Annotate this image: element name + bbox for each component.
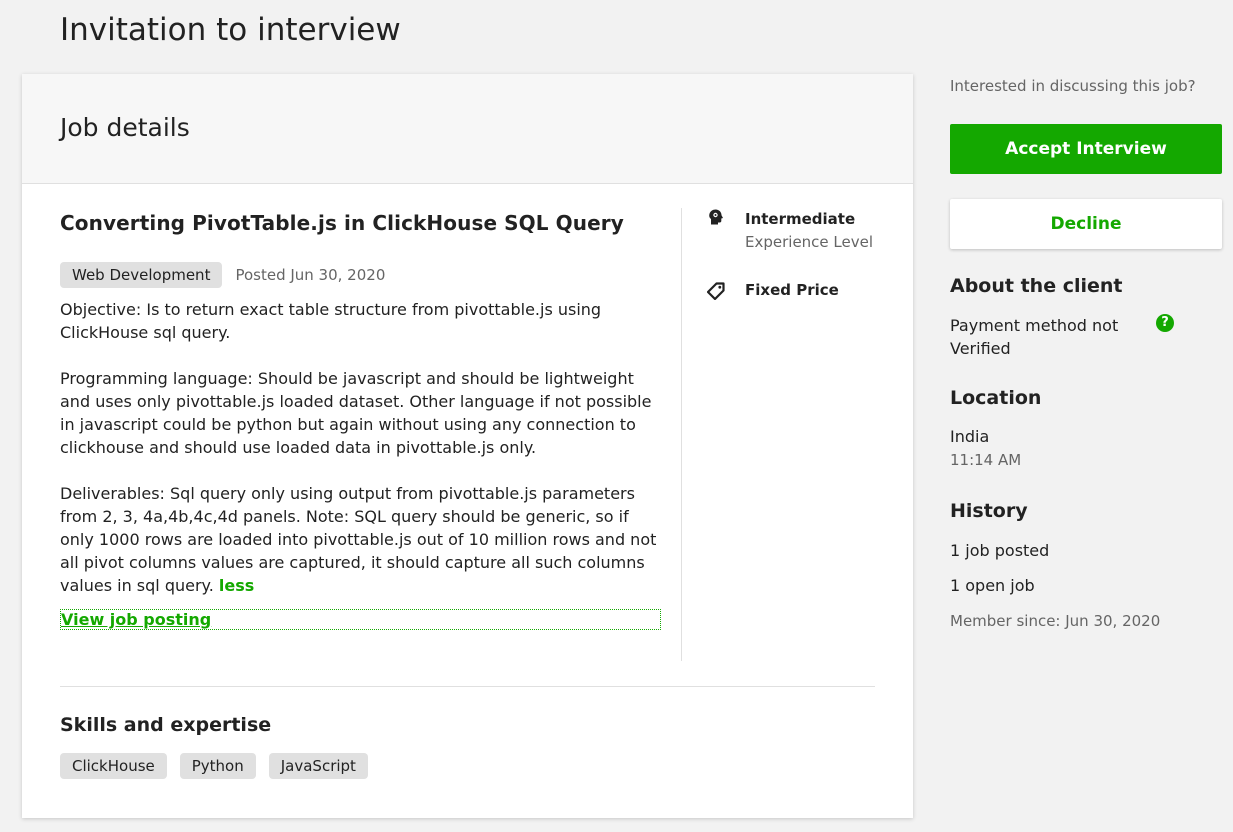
description-paragraph: Deliverables: Sql query only using outpu… bbox=[60, 482, 662, 597]
skills-list: ClickHouse Python JavaScript bbox=[60, 753, 368, 779]
budget-label: Fixed Price bbox=[745, 281, 839, 299]
card-header-title: Job details bbox=[60, 113, 190, 142]
experience-level-value: Intermediate bbox=[745, 210, 856, 228]
client-local-time: 11:14 AM bbox=[950, 451, 1022, 469]
skills-title: Skills and expertise bbox=[60, 714, 272, 736]
job-title: Converting PivotTable.js in ClickHouse S… bbox=[60, 211, 624, 235]
job-meta: Web Development Posted Jun 30, 2020 bbox=[60, 262, 662, 288]
skill-tag[interactable]: Python bbox=[179, 753, 256, 779]
skill-tag[interactable]: ClickHouse bbox=[60, 753, 167, 779]
experience-level: Intermediate Experience Level bbox=[707, 208, 897, 254]
less-link[interactable]: less bbox=[219, 576, 254, 595]
job-main: Converting PivotTable.js in ClickHouse S… bbox=[60, 207, 662, 630]
discuss-prompt: Interested in discussing this job? bbox=[950, 77, 1196, 95]
view-job-posting-link[interactable]: View job posting bbox=[60, 609, 661, 630]
about-client-title: About the client bbox=[950, 275, 1123, 297]
price-tag-icon bbox=[706, 282, 725, 301]
question-circle-icon[interactable]: ? bbox=[1156, 314, 1174, 332]
brain-head-icon bbox=[707, 208, 725, 226]
jobs-posted: 1 job posted bbox=[950, 541, 1050, 560]
posted-date: Posted Jun 30, 2020 bbox=[235, 266, 386, 284]
description-text: Deliverables: Sql query only using outpu… bbox=[60, 484, 657, 595]
description-paragraph: Programming language: Should be javascri… bbox=[60, 369, 652, 457]
card-header: Job details bbox=[22, 74, 913, 184]
decline-button[interactable]: Decline bbox=[950, 199, 1222, 249]
category-tag: Web Development bbox=[60, 262, 223, 288]
accept-interview-button[interactable]: Accept Interview bbox=[950, 124, 1222, 174]
payment-status: Payment method not Verified bbox=[950, 316, 1119, 358]
page-title: Invitation to interview bbox=[60, 12, 401, 48]
open-jobs: 1 open job bbox=[950, 576, 1035, 595]
client-sidebar: Interested in discussing this job? Accep… bbox=[950, 74, 1222, 630]
history-title: History bbox=[950, 500, 1028, 522]
budget-type: Fixed Price bbox=[706, 279, 897, 301]
skill-tag[interactable]: JavaScript bbox=[268, 753, 368, 779]
client-country: India bbox=[950, 427, 990, 446]
horizontal-divider bbox=[60, 686, 875, 687]
experience-level-label: Experience Level bbox=[745, 233, 874, 251]
description-paragraph: Objective: Is to return exact table stru… bbox=[60, 300, 602, 342]
job-description: Objective: Is to return exact table stru… bbox=[60, 298, 662, 597]
job-details-card: Job details Converting PivotTable.js in … bbox=[22, 74, 913, 818]
location-title: Location bbox=[950, 387, 1042, 409]
vertical-divider bbox=[681, 208, 682, 661]
job-side-info: Intermediate Experience Level Fixed Pric… bbox=[706, 208, 897, 301]
member-since: Member since: Jun 30, 2020 bbox=[950, 612, 1161, 630]
